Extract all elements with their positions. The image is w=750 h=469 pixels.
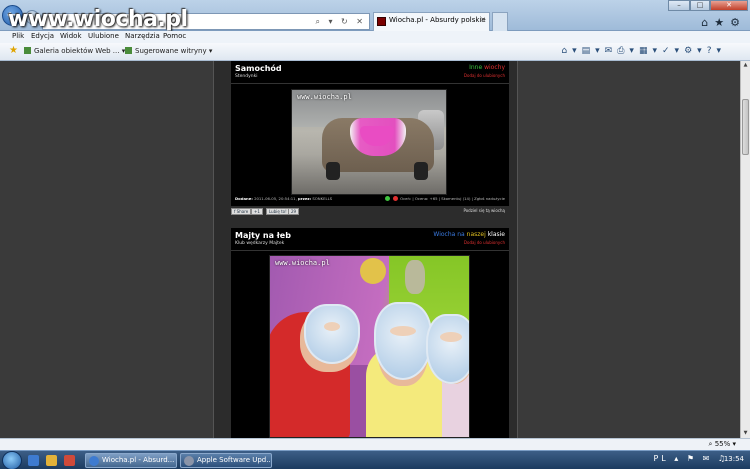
page-icon[interactable]: ▦ [639,46,653,56]
google-plus-button[interactable]: +1 [251,208,263,215]
site-logo-watermark: www.wiocha.pl [8,7,188,32]
favicon-icon [377,17,386,26]
window-controls: – □ ✕ [668,0,748,11]
minimize-button[interactable]: – [668,0,690,11]
zoom-level[interactable]: ⌕ 55% ▾ [709,440,736,449]
share-row: f Share +1 Lubię to! 29 Podziel się tą w… [231,207,509,217]
clock[interactable]: 13:54 [724,455,744,463]
category-link[interactable]: Inne [469,64,482,71]
ie-quicklaunch-icon[interactable] [28,455,39,466]
magnifier-icon: ⌕ [708,440,713,448]
media-quicklaunch-icon[interactable] [64,455,75,466]
share-link[interactable]: Podziel się tą wiochą [463,208,505,213]
scroll-down-arrow-icon[interactable]: ▼ [741,429,750,438]
web-gallery-icon [24,47,31,54]
help-icon[interactable]: ? [707,46,717,56]
new-tab-button[interactable] [492,12,508,31]
ie-icon [89,456,99,466]
taskbar: Wiocha.pl - Absurd... Apple Software Upd… [0,450,750,469]
post-image[interactable]: www.wiocha.pl [269,255,470,438]
tab-close-icon[interactable]: ✕ [480,16,486,24]
thumbs-up-icon[interactable] [384,196,390,201]
content-column: Samochód Stendynki Inne wiochy Dodaj do … [213,61,518,438]
like-button[interactable]: Lubię to! [266,208,290,215]
category-link[interactable]: wiochy [484,64,505,71]
vertical-scrollbar[interactable]: ▲ ▼ [740,61,750,438]
task-apple-update[interactable]: Apple Software Upd... [180,453,272,468]
safety-icon[interactable]: ✓ [662,46,675,56]
folder-quicklaunch-icon[interactable] [46,455,57,466]
category-link[interactable]: na [457,231,464,238]
post-card: Samochód Stendynki Inne wiochy Dodaj do … [231,61,509,206]
menu-plik[interactable]: Plik [12,32,24,40]
category-link[interactable]: naszej [467,231,486,238]
post-card: Majty na łeb Klub wędkarzy Majtek Wiocha… [231,228,509,438]
gear-icon[interactable]: ⚙ [730,16,746,29]
tab-wiocha[interactable]: Wiocha.pl - Absurdy polskie ✕ [373,12,490,31]
post-meta: Dodane: 2011-06-05, 20:54:11, przez: SON… [235,196,333,201]
home-icon[interactable]: ⌂ [701,16,714,29]
divider [231,83,509,84]
close-window-button[interactable]: ✕ [710,0,748,11]
rss-icon[interactable]: ▤ [582,46,596,56]
mail-icon[interactable]: ✉ [605,46,618,56]
rating-and-comments[interactable]: Oceń: | Ocena: +65 | Skomentuj (14) | Zg… [400,196,505,201]
home-page-icon[interactable]: ⌂ [561,46,572,56]
fav-web-gallery[interactable]: Galeria obiektów Web ... ▾ [24,47,125,55]
apple-update-icon [184,456,194,466]
favorites-star-icon[interactable]: ★ [714,16,730,29]
browser-titlebar: ← → ⌕ ▾ ↻ ✕ www.wiocha.pl Wiocha.pl - Ab… [0,0,750,32]
post-title[interactable]: Samochód [235,64,282,73]
menu-edycja[interactable]: Edycja [31,32,54,40]
add-to-favorites-link[interactable]: Dodaj do ulubionych [464,73,505,78]
scroll-up-arrow-icon[interactable]: ▲ [741,61,750,70]
add-to-favorites-link[interactable]: Dodaj do ulubionych [433,240,505,245]
post-author[interactable]: Klub wędkarzy Majtek [235,241,284,246]
maximize-button[interactable]: □ [690,0,710,11]
favorites-bar: ★ Galeria obiektów Web ... ▾ Sugerowane … [0,43,750,61]
start-button[interactable] [2,451,22,469]
browser-right-icons: ⌂★⚙ [701,16,746,29]
divider [231,250,509,251]
post-actions: Oceń: | Ocena: +65 | Skomentuj (14) | Zg… [384,196,505,201]
image-watermark: www.wiocha.pl [275,259,330,267]
post-category: Inne wiochy Dodaj do ulubionych [464,64,505,78]
facebook-share-button[interactable]: f Share [231,208,252,215]
command-bar-icons: ⌂▾▤▾✉⎙▾▦▾✓▾⚙▾?▾ [561,46,726,56]
menu-bar: Plik Edycja Widok Ulubione Narzędzia Pom… [0,31,750,43]
post-title[interactable]: Majty na łeb [235,231,291,240]
tab-title: Wiocha.pl - Absurdy polskie [389,16,486,24]
fav-suggested-sites[interactable]: Sugerowane witryny ▾ [125,47,212,55]
post-category: Wiocha na naszej klasie Dodaj do ulubion… [433,231,505,245]
category-link[interactable]: klasie [488,231,505,238]
status-bar: ⌕ 55% ▾ [0,438,750,450]
system-tray[interactable]: PL ▴ ⚑ ✉ ♫ [653,454,728,463]
image-watermark: www.wiocha.pl [297,93,352,101]
like-count: 29 [288,208,300,215]
menu-narzedzia[interactable]: Narzędzia [125,32,160,40]
suggested-sites-icon [125,47,132,54]
menu-widok[interactable]: Widok [60,32,82,40]
menu-ulubione[interactable]: Ulubione [88,32,119,40]
scroll-thumb[interactable] [742,99,749,155]
task-browser[interactable]: Wiocha.pl - Absurd... [85,453,177,468]
tools-icon[interactable]: ⚙ [684,46,697,56]
favorites-star-icon[interactable]: ★ [9,45,18,56]
address-bar-icons[interactable]: ⌕ ▾ ↻ ✕ [315,17,366,27]
post-image[interactable]: www.wiocha.pl [291,89,447,195]
post-author[interactable]: Stendynki [235,74,257,79]
thumbs-down-icon[interactable] [392,196,398,201]
author-link[interactable]: SONKELLS [312,196,332,201]
category-link[interactable]: Wiocha [433,231,455,238]
page-viewport: Samochód Stendynki Inne wiochy Dodaj do … [0,61,740,438]
menu-pomoc[interactable]: Pomoc [163,32,186,40]
print-icon[interactable]: ⎙ [617,46,629,56]
